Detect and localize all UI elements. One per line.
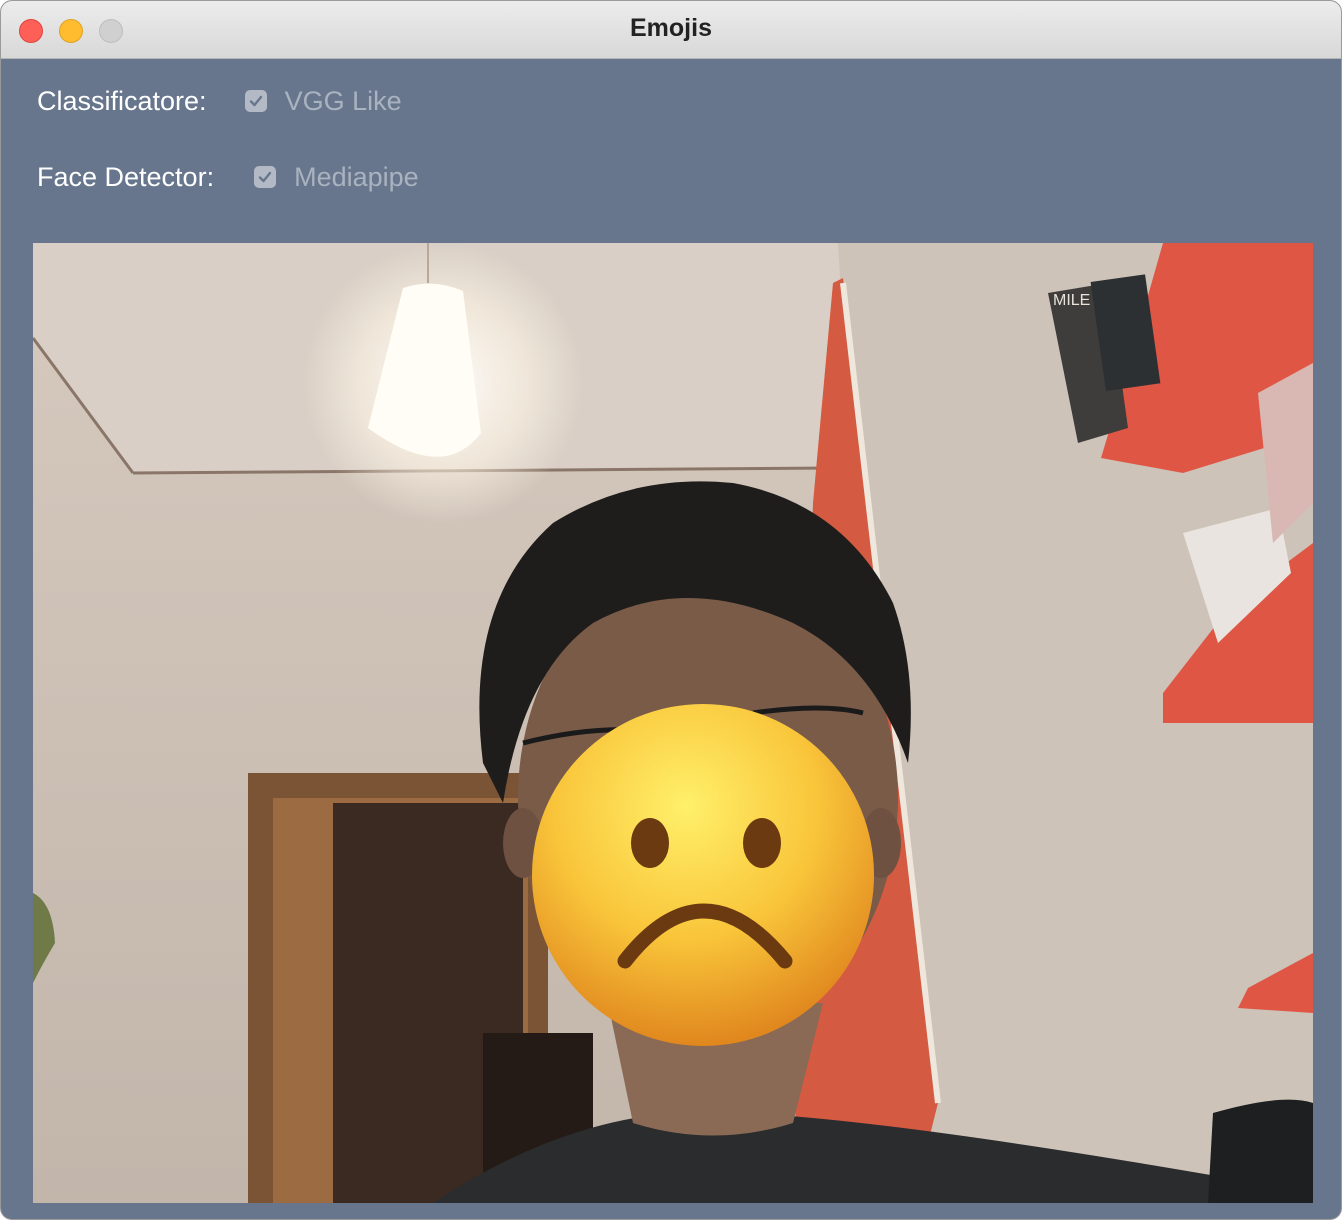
title-bar: Emojis [1, 1, 1341, 59]
book-spine-text: MILE [1053, 292, 1090, 309]
face-detector-checkbox[interactable] [254, 166, 277, 188]
window-title: Emojis [630, 14, 712, 42]
classifier-row: Classificatore: VGG Like [37, 81, 402, 121]
classifier-checkbox[interactable] [244, 90, 267, 112]
classifier-label: Classificatore: [37, 85, 207, 116]
checkmark-icon [249, 95, 262, 107]
classifier-option: VGG Like [284, 85, 402, 116]
face-detector-label: Face Detector: [37, 161, 215, 192]
webcam-scene: MILE [33, 243, 1313, 1203]
app-window: Emojis Classificatore: VGG Like Face Det… [0, 0, 1342, 1220]
webcam-feed: MILE [33, 243, 1313, 1203]
checkmark-icon [258, 171, 272, 183]
face-detector-option: Mediapipe [294, 161, 419, 192]
frowning-face-emoji [532, 704, 874, 1046]
face-detector-row: Face Detector: Mediapipe [37, 157, 419, 197]
